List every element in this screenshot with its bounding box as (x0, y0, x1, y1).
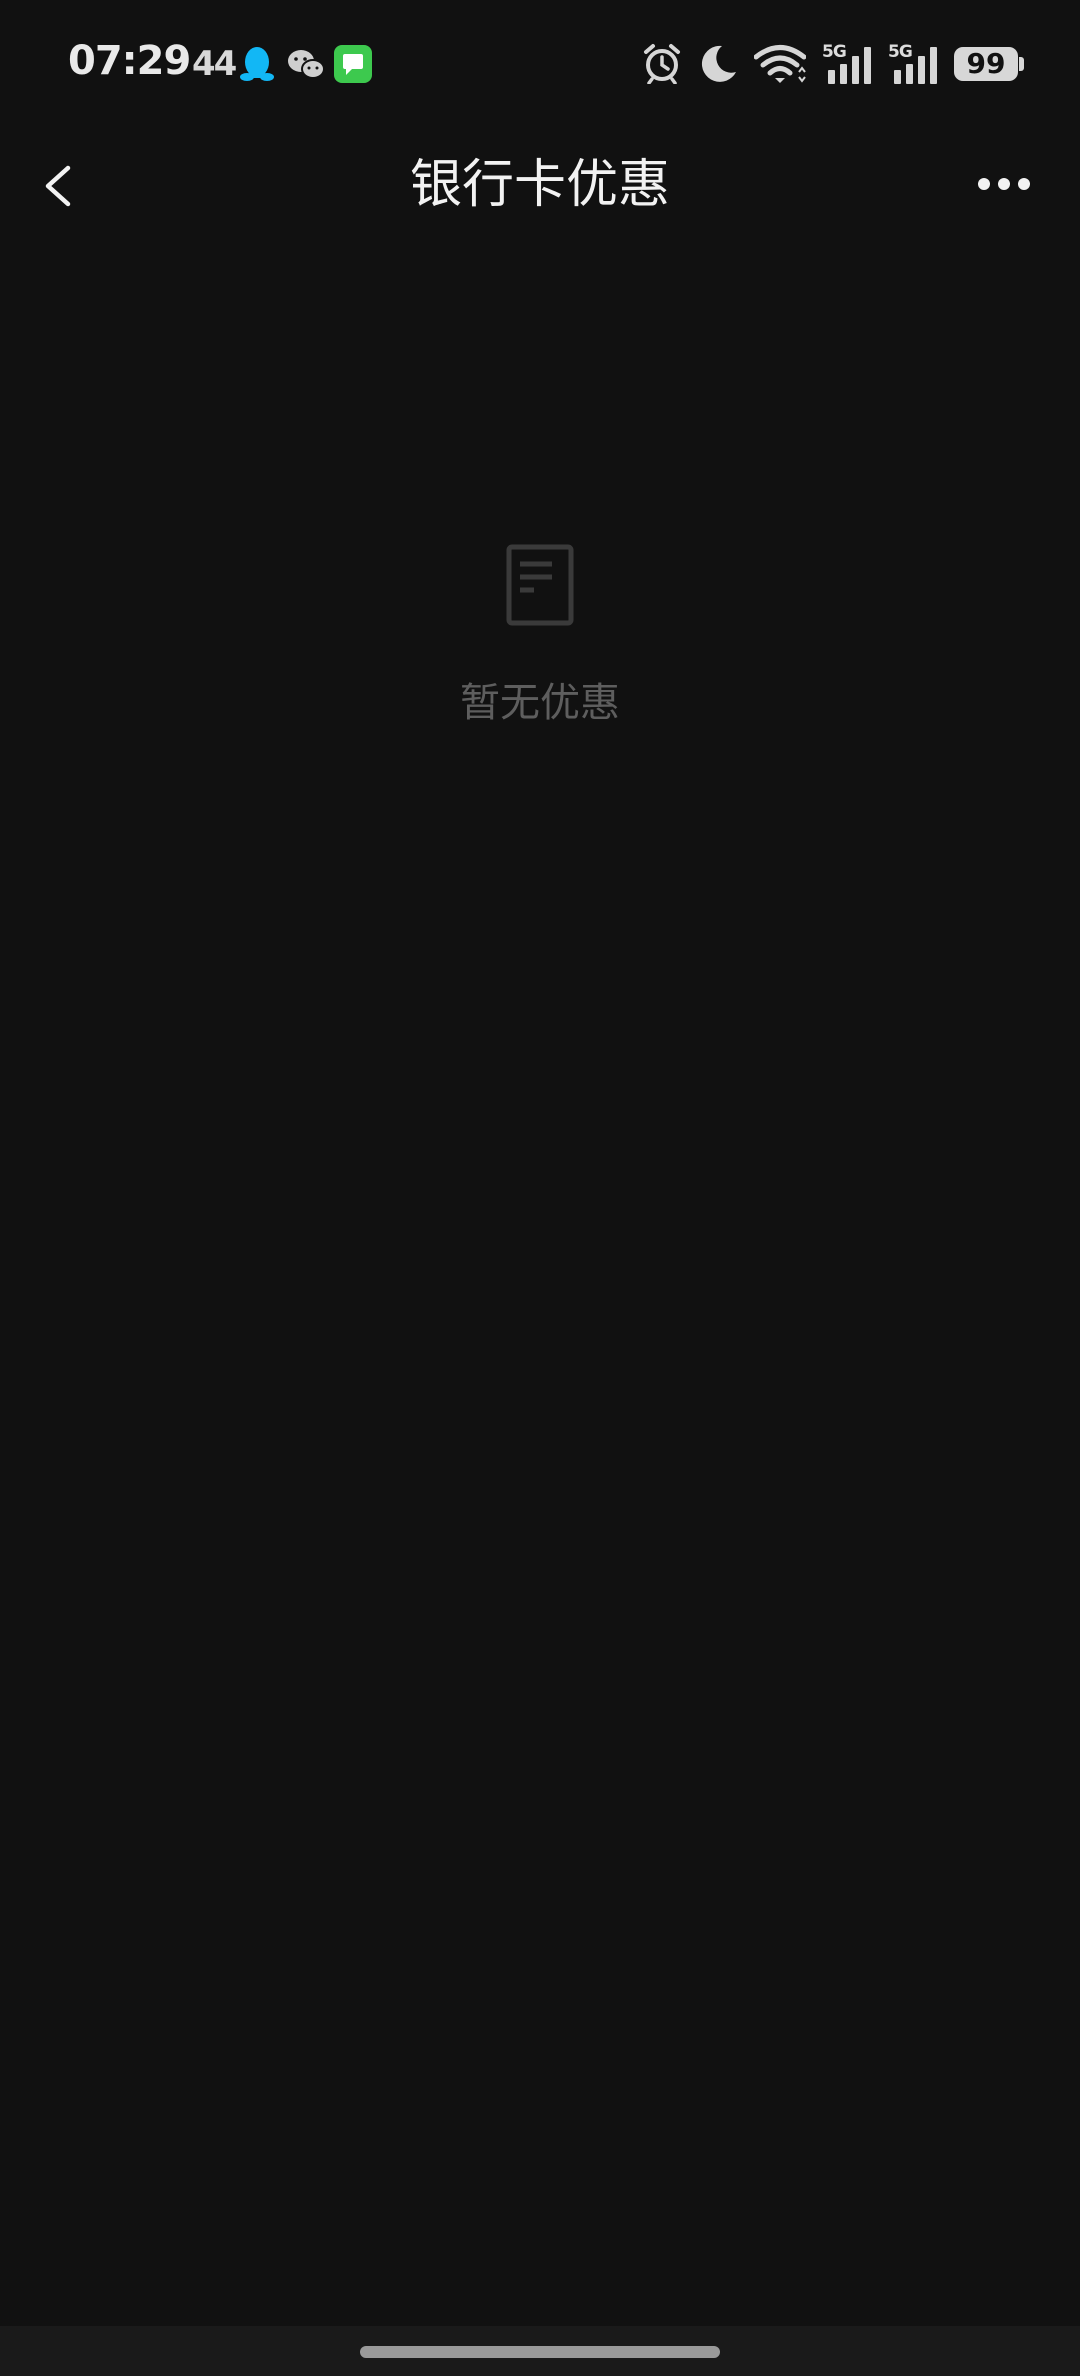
back-button[interactable] (28, 152, 88, 218)
signal-icon (828, 47, 871, 84)
qq-icon (240, 47, 274, 81)
gesture-navigation-area (0, 2326, 1080, 2376)
more-dots-icon (978, 178, 1030, 190)
wechat-icon (288, 50, 325, 79)
battery-tip (1019, 57, 1024, 71)
moon-icon (701, 45, 736, 82)
more-options-button[interactable] (966, 160, 1046, 210)
signal-icon-2 (894, 47, 937, 84)
document-icon (506, 544, 574, 626)
battery-level: 99 (966, 47, 1006, 80)
empty-state-message: 暂无优惠 (460, 680, 620, 726)
alarm-icon (644, 44, 680, 84)
status-bar: 07:29 44 5G 5G 99 (0, 0, 1080, 130)
navigation-bar: 银行卡优惠 (0, 130, 1080, 240)
wifi-icon (754, 45, 806, 83)
status-time: 07:29 (68, 38, 191, 84)
network-speed: 44 (192, 44, 237, 84)
home-gesture-handle[interactable] (360, 2346, 720, 2358)
message-app-icon (334, 45, 372, 83)
page-title: 银行卡优惠 (409, 155, 670, 215)
chevron-left-icon (45, 165, 71, 207)
